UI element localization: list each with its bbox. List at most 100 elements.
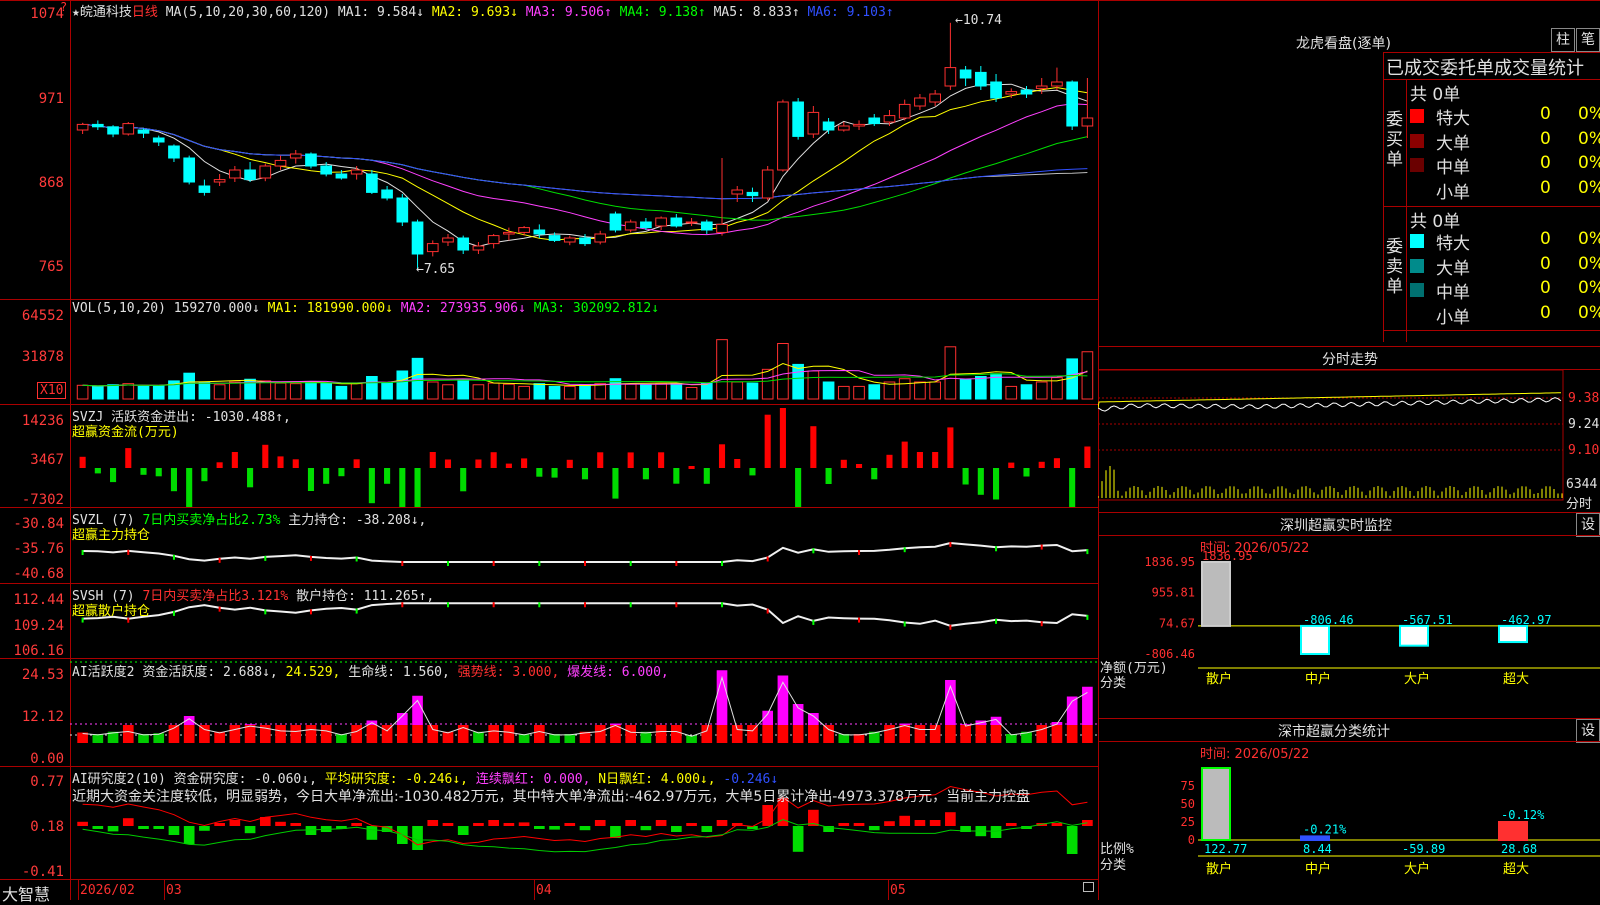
svsh-line-tick [218,606,221,612]
ma2-value: MA2: 9.693↓ [431,5,518,20]
row-percent: 0% [1578,229,1600,249]
svzj-bar [231,452,238,468]
bar-view-button[interactable]: 柱 [1551,28,1575,52]
candle-body [974,71,987,87]
svzj-ytick: 3467 [30,452,64,468]
research-bar [853,823,865,826]
sz-monitor-settings-button[interactable]: 设 [1576,513,1600,537]
activity-bar [534,725,545,743]
research-bar [244,826,256,834]
kline-panel[interactable] [70,0,1098,299]
period-label[interactable]: 日线 [132,5,158,20]
sz-monitor-title: 深圳超赢实时监控 [1280,518,1392,534]
lock-icon[interactable] [1083,882,1094,892]
activity-bar [229,725,241,743]
class-value: 28.68 [1501,842,1537,856]
candle-body [1051,81,1063,87]
class-value: -59.89 [1402,842,1445,856]
activity-bar [503,725,515,743]
brand-label[interactable]: 大智慧 [2,881,50,905]
activity-bar [792,725,804,743]
candle-body [289,153,302,159]
research-bar [884,821,895,826]
candle-body [716,223,728,233]
activity-bar [366,725,378,743]
candle-body [868,117,881,125]
volume-bar [944,346,957,400]
svzj-bar [810,426,817,468]
svzj-bar [247,468,254,488]
class-category: 大户 [1404,861,1430,877]
star-icon[interactable]: ★ [72,5,80,20]
research-bar [671,826,682,832]
ma60-line [82,123,1088,200]
monitor-ytick: 74.67 [1159,616,1195,630]
svzj-bar [1038,461,1045,468]
intraday-price-line [1098,397,1562,412]
candle-body [335,173,348,179]
monitor-category: 超大 [1503,672,1529,687]
research-bar [427,820,439,826]
research-bar [457,826,469,835]
intraday-title: 分时走势 [1322,352,1378,368]
sz-monitor-chart[interactable]: 1836.95 955.81 74.67 -806.46 1836.95 散户 -806.4… [1098,536,1600,716]
volume-bar [426,381,439,400]
candle-body [229,169,241,179]
kline-chart[interactable] [70,0,1098,299]
candle-body [426,243,439,253]
svzj-bar [79,456,86,468]
class-category: 超大 [1503,862,1529,877]
monitor-value-label: -567.51 [1402,613,1453,627]
candle-body [990,81,1002,99]
svzl-ytick: -35.76 [13,541,64,557]
sz-class-settings-button[interactable]: 设 [1576,719,1600,743]
activity-bar [929,725,941,743]
research-bar [792,826,804,852]
volume-bar [716,339,728,400]
svzj-bar [947,427,954,468]
svzj-bar [323,468,330,484]
svzj-bar [901,441,908,468]
activity-bar [199,725,210,743]
activity-bar [884,725,895,743]
monitor-xlabel: 分类 [1100,676,1126,691]
activity-burst-bar [899,723,911,725]
volume-bar [929,381,941,400]
svzj-bar [307,468,315,491]
svzj-bar [658,452,665,468]
class-bar [1201,767,1231,841]
class-category: 散户 [1206,861,1232,877]
ai-active-ytick: 12.12 [21,709,64,725]
svzj-bar [779,408,786,468]
svsh-ytick: 112.44 [13,592,64,608]
activity-bar [990,725,1002,743]
research-bar [351,823,362,826]
research-bar [214,823,225,826]
candle-body [305,153,317,167]
class-top-label: -0.21% [1303,822,1347,836]
activity-bar [1051,725,1063,743]
candle-body [152,137,165,143]
activity-bar [777,725,789,743]
candle-body [579,237,591,245]
volume-bar [137,385,150,400]
row-count: 0 [1540,278,1551,298]
research-bar [107,826,119,832]
svsh-line-tick [309,609,312,615]
buy-row: 中单 0 0% [1410,153,1600,178]
svzj-bar [627,452,634,468]
tick-view-button[interactable]: 笔 [1576,28,1600,52]
svzj-bar [521,458,528,468]
sz-class-chart[interactable]: 75 50 25 0 122.77 散户 -0.21% 8.44 中户 -59.89 大户 -0.12… [1098,742,1600,900]
volume-bar [305,381,317,400]
class-bar [1498,821,1528,841]
volume-bar [381,382,393,400]
svzl-line-tick [218,557,221,563]
intraday-chart[interactable] [1098,370,1600,510]
kline-header: ★皖通科技日线 MA(5,10,20,30,60,120) MA1: 9.584… [72,1,894,20]
svsh-line-tick [629,602,632,608]
longhu-tabs[interactable]: 已成交委托单成交量统计 [1386,54,1584,80]
candle-body [122,123,135,135]
research-bar [640,826,652,831]
svzj-bar [932,452,939,468]
